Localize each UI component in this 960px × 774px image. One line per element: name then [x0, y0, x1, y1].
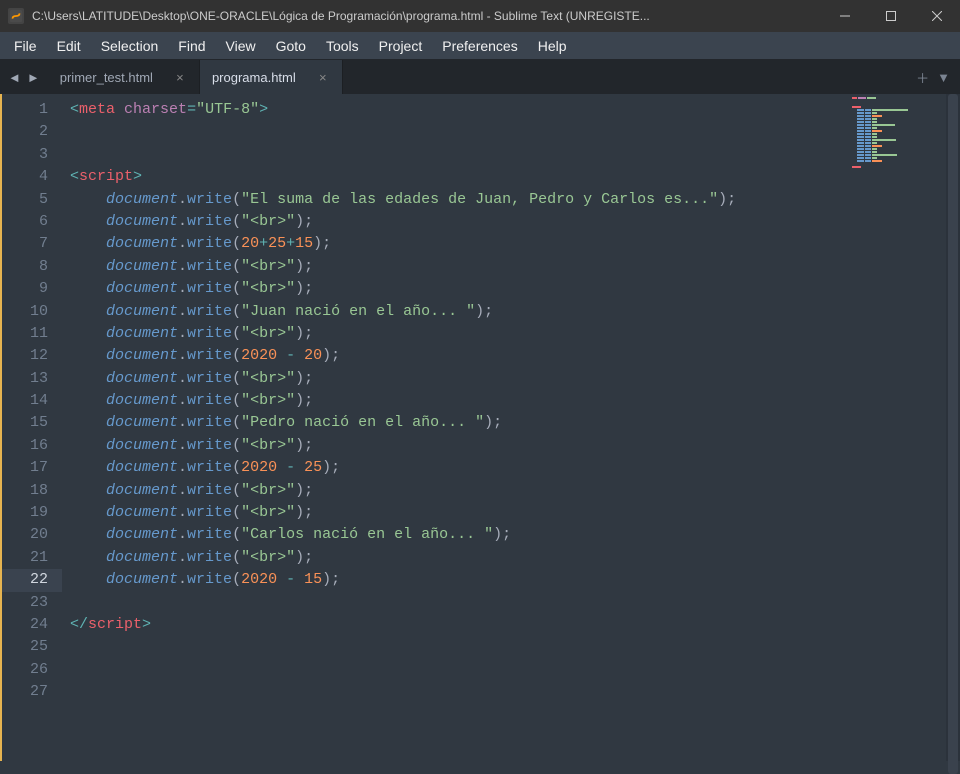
code-line[interactable] — [70, 636, 960, 658]
code-line[interactable]: document.write(2020 - 20); — [70, 345, 960, 367]
code-line[interactable]: document.write("El suma de las edades de… — [70, 189, 960, 211]
line-number: 9 — [2, 278, 48, 300]
line-number: 6 — [2, 211, 48, 233]
code-line[interactable]: document.write("<br>"); — [70, 480, 960, 502]
line-number: 16 — [2, 435, 48, 457]
line-number-gutter: 1234567891011121314151617181920212223242… — [0, 94, 62, 761]
line-number: 17 — [2, 457, 48, 479]
tab-history-fwd-icon[interactable]: ► — [27, 70, 40, 85]
code-line[interactable]: document.write(2020 - 25); — [70, 457, 960, 479]
tab-history-back-icon[interactable]: ◄ — [8, 70, 21, 85]
line-number: 20 — [2, 524, 48, 546]
line-number: 12 — [2, 345, 48, 367]
minimize-button[interactable] — [822, 0, 868, 32]
code-editor[interactable]: <meta charset="UTF-8"> <script> document.… — [62, 94, 960, 761]
line-number: 5 — [2, 189, 48, 211]
close-icon[interactable]: × — [316, 70, 330, 84]
line-number: 19 — [2, 502, 48, 524]
line-number: 7 — [2, 233, 48, 255]
line-number: 15 — [2, 412, 48, 434]
code-line[interactable]: document.write("<br>"); — [70, 323, 960, 345]
code-line[interactable]: document.write("<br>"); — [70, 547, 960, 569]
new-tab-icon[interactable]: ＋ — [916, 68, 929, 87]
maximize-button[interactable] — [868, 0, 914, 32]
tab-label: primer_test.html — [60, 70, 153, 85]
line-number: 21 — [2, 547, 48, 569]
code-line[interactable]: document.write("<br>"); — [70, 435, 960, 457]
menu-edit[interactable]: Edit — [48, 36, 90, 56]
code-line[interactable] — [70, 681, 960, 703]
line-number: 24 — [2, 614, 48, 636]
close-icon[interactable]: × — [173, 70, 187, 84]
code-line[interactable]: <script> — [70, 166, 960, 188]
code-line[interactable] — [70, 592, 960, 614]
line-number: 18 — [2, 480, 48, 502]
code-line[interactable]: document.write("Juan nació en el año... … — [70, 301, 960, 323]
code-line[interactable]: document.write(20+25+15); — [70, 233, 960, 255]
close-button[interactable] — [914, 0, 960, 32]
code-line[interactable]: document.write("Pedro nació en el año...… — [70, 412, 960, 434]
line-number: 11 — [2, 323, 48, 345]
line-number: 14 — [2, 390, 48, 412]
tab-bar: ◄ ► primer_test.html × programa.html × ＋ ▼ — [0, 60, 960, 94]
code-line[interactable] — [70, 659, 960, 681]
menu-bar: FileEditSelectionFindViewGotoToolsProjec… — [0, 32, 960, 60]
line-number: 3 — [2, 144, 48, 166]
tab-menu-icon[interactable]: ▼ — [937, 70, 950, 85]
menu-preferences[interactable]: Preferences — [433, 36, 526, 56]
code-line[interactable]: document.write("<br>"); — [70, 278, 960, 300]
menu-file[interactable]: File — [5, 36, 46, 56]
tab-programa-html[interactable]: programa.html × — [200, 60, 343, 94]
line-number: 22 — [2, 569, 62, 591]
code-line[interactable]: document.write("<br>"); — [70, 256, 960, 278]
vertical-scrollbar[interactable] — [946, 94, 960, 761]
menu-view[interactable]: View — [217, 36, 265, 56]
line-number: 4 — [2, 166, 48, 188]
code-line[interactable]: document.write("<br>"); — [70, 502, 960, 524]
code-line[interactable]: document.write("<br>"); — [70, 211, 960, 233]
code-line[interactable]: document.write("<br>"); — [70, 390, 960, 412]
tab-label: programa.html — [212, 70, 296, 85]
menu-tools[interactable]: Tools — [317, 36, 368, 56]
line-number: 13 — [2, 368, 48, 390]
code-line[interactable]: <meta charset="UTF-8"> — [70, 99, 960, 121]
line-number: 25 — [2, 636, 48, 658]
minimap[interactable] — [852, 97, 942, 187]
code-line[interactable]: document.write("<br>"); — [70, 368, 960, 390]
window-titlebar: C:\Users\LATITUDE\Desktop\ONE-ORACLE\Lóg… — [0, 0, 960, 32]
line-number: 10 — [2, 301, 48, 323]
menu-selection[interactable]: Selection — [92, 36, 168, 56]
line-number: 27 — [2, 681, 48, 703]
tab-primer_test-html[interactable]: primer_test.html × — [48, 60, 200, 94]
menu-help[interactable]: Help — [529, 36, 576, 56]
code-line[interactable] — [70, 121, 960, 143]
code-line[interactable]: document.write("Carlos nació en el año..… — [70, 524, 960, 546]
code-line[interactable]: </script> — [70, 614, 960, 636]
app-icon — [8, 8, 24, 24]
editor-area[interactable]: 1234567891011121314151617181920212223242… — [0, 94, 960, 761]
code-line[interactable]: document.write(2020 - 15); — [70, 569, 960, 591]
line-number: 26 — [2, 659, 48, 681]
line-number: 23 — [2, 592, 48, 614]
line-number: 1 — [2, 99, 48, 121]
menu-goto[interactable]: Goto — [267, 36, 315, 56]
menu-find[interactable]: Find — [169, 36, 214, 56]
scrollbar-thumb[interactable] — [948, 94, 958, 774]
window-title: C:\Users\LATITUDE\Desktop\ONE-ORACLE\Lóg… — [32, 9, 822, 23]
line-number: 8 — [2, 256, 48, 278]
menu-project[interactable]: Project — [370, 36, 432, 56]
code-line[interactable] — [70, 144, 960, 166]
line-number: 2 — [2, 121, 48, 143]
